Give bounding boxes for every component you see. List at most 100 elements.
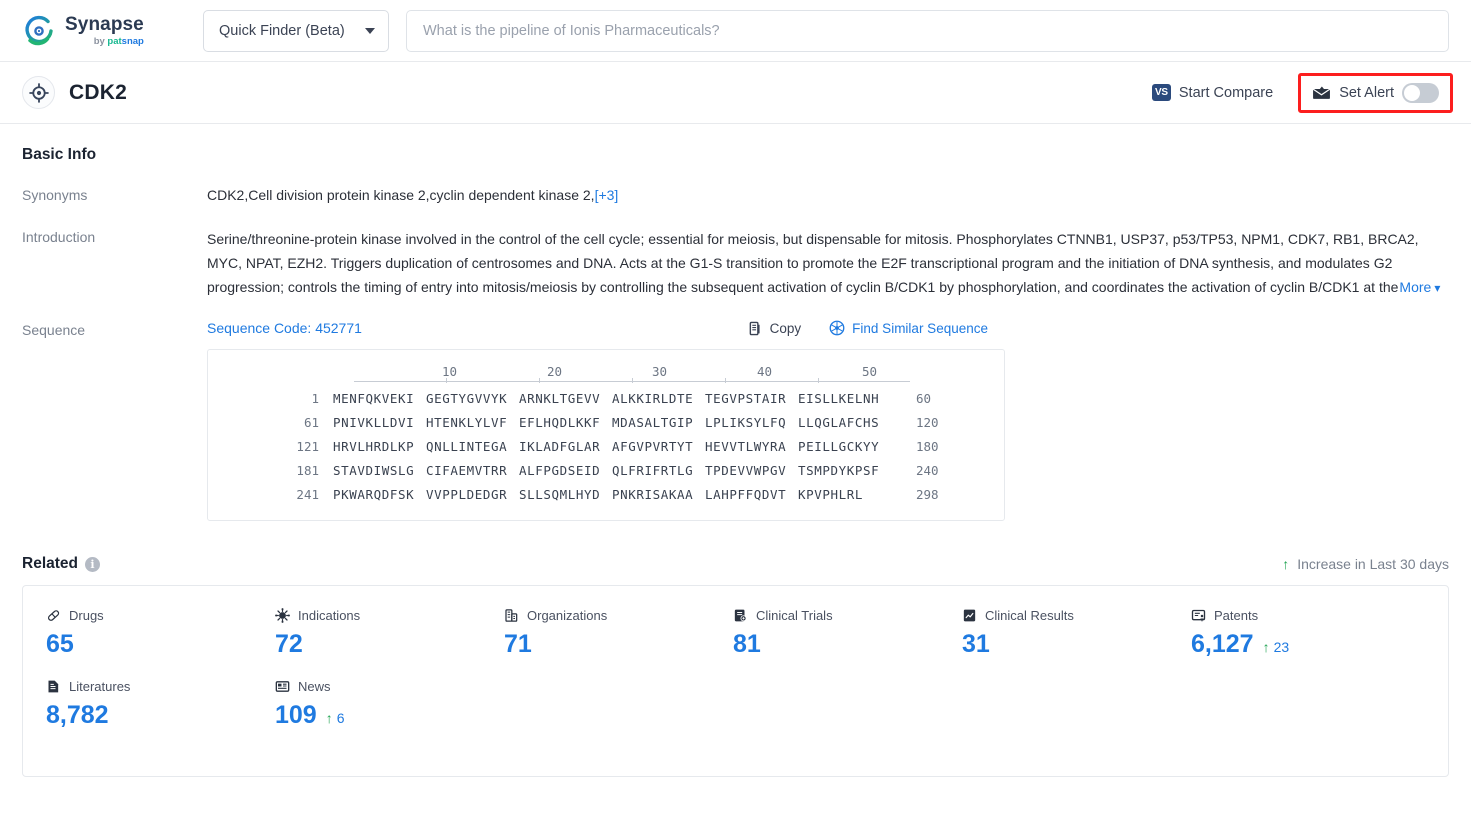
quick-finder-label: Quick Finder (Beta) [219, 22, 345, 39]
info-icon[interactable]: i [85, 556, 100, 572]
pill-icon [46, 608, 61, 623]
introduction-more-button[interactable]: More ▾ [1398, 279, 1441, 295]
metric-literatures[interactable]: Literatures 8,782 [23, 679, 252, 730]
sequence-code-link[interactable]: Sequence Code: 452771 [207, 320, 362, 336]
entity-header: CDK2 VS Start Compare Set Alert [0, 62, 1471, 124]
metric-delta: ↑ 6 [326, 710, 345, 726]
metric-label: Literatures [69, 679, 131, 694]
metric-value: 72 [275, 630, 303, 658]
start-compare-label: Start Compare [1178, 84, 1274, 101]
sequence-chunk: LLQGLAFCHS [798, 415, 880, 430]
metric-value: 6,127 ↑ 23 [1191, 630, 1290, 658]
metric-drugs[interactable]: Drugs 65 [23, 608, 252, 659]
search-bar[interactable] [406, 9, 1449, 52]
sequence-ruler-line [354, 378, 910, 383]
synonyms-row: Synonyms CDK2,Cell division protein kina… [22, 164, 1449, 206]
metric-value: 8,782 [46, 701, 109, 729]
logo-subtitle: by patsnap [93, 35, 144, 47]
sequence-line: 1 MENFQKVEKI GEGTYGVVYK ARNKLTGEVV ALKKIRLDT… [208, 391, 1004, 406]
sequence-start-index: 181 [296, 463, 319, 478]
sequence-chunk: EFLHQDLKKF [519, 415, 601, 430]
metric-label: Patents [1214, 608, 1259, 623]
metric-patents[interactable]: Patents 6,127 ↑ 23 [1168, 608, 1397, 659]
ruler-tick: 40 [756, 364, 772, 379]
increase-legend-label: Increase in Last 30 days [1297, 556, 1449, 572]
chevron-down-icon [365, 27, 375, 34]
metric-clinical-trials[interactable]: Clinical Trials 81 [710, 608, 939, 659]
sequence-chunk: ALKKIRLDTE [612, 391, 694, 406]
sequence-chunk: AFGVPVRTYT [612, 439, 694, 454]
metric-label: News [298, 679, 331, 694]
metric-delta-value: 23 [1273, 639, 1290, 655]
basic-info-heading: Basic Info [22, 146, 97, 163]
sequence-chunk: TPDEVVWPGV [705, 463, 787, 478]
main-content: Basic Info Synonyms CDK2,Cell division p… [0, 124, 1471, 777]
metric-header: Literatures [46, 679, 252, 694]
arrow-up-icon: ↑ [1282, 556, 1290, 572]
set-alert-toggle[interactable] [1402, 82, 1439, 103]
metric-clinical-results[interactable]: Clinical Results 31 [939, 608, 1168, 659]
sequence-line: 121 HRVLHRDLKP QNLLINTEGA IKLADFGLAR AFGVPVR… [208, 439, 1004, 454]
synapse-logo[interactable]: Synapse by patsnap [22, 14, 174, 48]
sequence-chunk: GEGTYGVVYK [426, 391, 508, 406]
synapse-logo-icon [22, 14, 56, 48]
copy-label: Copy [769, 320, 802, 336]
ruler-tick: 10 [441, 364, 457, 379]
sequence-toolbar: Sequence Code: 452771 Copy Find Similar … [207, 320, 1449, 336]
related-header: Related i ↑ Increase in Last 30 days [22, 521, 1449, 573]
copy-sequence-button[interactable]: Copy [748, 320, 802, 336]
sequence-chunk: STAVDIWSLG [333, 463, 415, 478]
metric-value: 109 ↑ 6 [275, 701, 345, 729]
sequence-chunk: PEILLGCKYY [798, 439, 880, 454]
literature-icon [46, 679, 61, 694]
introduction-fade-tail: the [1378, 279, 1399, 295]
sequence-chunk: TSMPDYKPSF [798, 463, 880, 478]
search-input[interactable] [423, 22, 1432, 39]
sequence-end-index: 120 [916, 415, 939, 430]
sequence-end-index: 180 [916, 439, 939, 454]
metric-label: Clinical Trials [756, 608, 833, 623]
news-icon [275, 679, 290, 694]
patent-icon [1191, 608, 1206, 623]
sequence-chunk: CIFAEMVTRR [426, 463, 508, 478]
synonyms-more-link[interactable]: [+3] [595, 187, 619, 203]
metric-header: Clinical Trials [733, 608, 939, 623]
sequence-chunk: PNIVKLLDVI [333, 415, 415, 430]
sequence-chunk: KPVPHLRL [798, 487, 864, 502]
start-compare-button[interactable]: VS Start Compare [1151, 84, 1274, 101]
arrow-up-icon: ↑ [1262, 639, 1270, 655]
ruler-tick: 50 [861, 364, 877, 379]
metric-news[interactable]: News 109 ↑ 6 [252, 679, 481, 730]
sequence-line: 241 PKWARQDFSK VVPPLDEDGR SLLSQMLHYD PNKRISA… [208, 487, 1004, 502]
metric-label: Organizations [527, 608, 608, 623]
set-alert-control[interactable]: Set Alert [1298, 72, 1453, 113]
related-metrics-card: Drugs 65 Indications 72 Organizations 71 Clini… [22, 585, 1449, 777]
sequence-chunk: VVPPLDEDGR [426, 487, 508, 502]
metric-header: Indications [275, 608, 481, 623]
sequence-chunk: TEGVPSTAIR [705, 391, 787, 406]
sequence-chunk: PKWARQDFSK [333, 487, 415, 502]
sequence-chunk: SLLSQMLHYD [519, 487, 601, 502]
introduction-text: Serine/threonine-protein kinase involved… [207, 231, 1419, 295]
sequence-chunk: EISLLKELNH [798, 391, 880, 406]
metric-organizations[interactable]: Organizations 71 [481, 608, 710, 659]
quick-finder-dropdown[interactable]: Quick Finder (Beta) [203, 9, 389, 52]
metric-header: News [275, 679, 481, 694]
find-similar-label: Find Similar Sequence [852, 320, 988, 336]
sequence-chunk: QNLLINTEGA [426, 439, 508, 454]
page-title: CDK2 [69, 80, 127, 104]
introduction-label: Introduction [22, 229, 96, 245]
metric-label: Indications [298, 608, 361, 623]
related-metrics-grid: Drugs 65 Indications 72 Organizations 71 Clini… [23, 608, 1448, 750]
find-similar-sequence-button[interactable]: Find Similar Sequence [829, 320, 988, 336]
related-heading: Related [22, 555, 78, 572]
alert-envelope-icon [1312, 85, 1331, 100]
building-icon [504, 608, 519, 623]
sequence-viewer: 10 20 30 40 50 1 MENFQKVEKI GEGTYGVVYK ARNKLTGE… [207, 349, 1005, 521]
metric-indications[interactable]: Indications 72 [252, 608, 481, 659]
sequence-line: 61 PNIVKLLDVI HTENKLYLVF EFLHQDLKKF MDASALTG… [208, 415, 1004, 430]
sequence-end-index: 298 [916, 487, 939, 502]
top-bar: Synapse by patsnap Quick Finder (Beta) [0, 0, 1471, 62]
chevron-double-down-icon: ▾ [1434, 281, 1441, 295]
sequence-chunk: ALFPGDSEID [519, 463, 601, 478]
